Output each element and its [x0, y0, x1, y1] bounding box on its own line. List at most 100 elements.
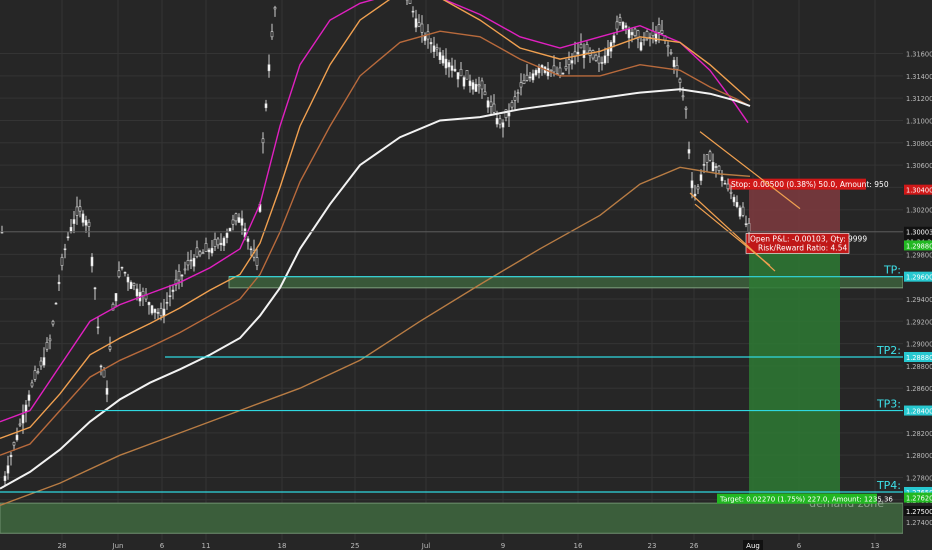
price-axis[interactable]: 1.31600 1.31400 1.31200 1.31000 1.30800 1.306…	[903, 0, 932, 550]
candle-body	[216, 238, 220, 246]
price-tag-TP3: 1.28400	[906, 408, 932, 416]
candle-body	[660, 30, 664, 34]
candle-body	[114, 293, 118, 302]
candle-body	[687, 149, 691, 154]
candle-body	[711, 162, 715, 172]
candle-body	[39, 360, 43, 367]
candle-body	[468, 80, 472, 87]
candle-body	[600, 62, 604, 64]
candle-body	[147, 302, 151, 306]
candle-body	[105, 387, 109, 395]
candle-body	[132, 283, 136, 286]
candle-body	[261, 138, 265, 144]
candle-body	[156, 312, 160, 314]
candle-body	[741, 206, 745, 216]
candle-body	[729, 191, 733, 194]
candle-body	[549, 69, 553, 72]
price-tick-0: 1.31600	[906, 51, 932, 59]
candle-body	[477, 84, 481, 87]
candle-body	[135, 288, 139, 297]
price-tick-4: 1.30800	[906, 140, 932, 148]
candle-body	[186, 260, 190, 266]
candle-body	[618, 17, 622, 23]
candle-body	[531, 73, 535, 81]
candle-body	[576, 51, 580, 55]
candle-body	[207, 249, 211, 253]
time-tick-4: 18	[278, 542, 287, 550]
time-tick-7: 9	[501, 542, 505, 550]
candle-body	[21, 414, 25, 424]
level-label-TP3: TP3:	[876, 398, 901, 411]
candle-body	[627, 28, 631, 39]
price-tick-13: 1.29000	[906, 341, 932, 349]
price-tick-9: 1.29800	[906, 251, 932, 259]
candle-body	[72, 219, 76, 224]
candle-body	[561, 72, 565, 75]
candle-body	[57, 281, 61, 285]
candle-body	[96, 326, 100, 329]
candle	[465, 70, 469, 80]
candle-body	[516, 92, 520, 95]
candle-body	[456, 72, 460, 80]
candle-body	[471, 82, 475, 90]
price-tick-15: 1.28600	[906, 385, 932, 393]
candle-body	[558, 67, 562, 76]
price-tick-12: 1.29200	[906, 318, 932, 326]
candle-body	[87, 221, 91, 227]
candle-body	[492, 103, 496, 113]
candle-body	[696, 186, 700, 190]
price-tick-19: 1.27800	[906, 474, 932, 482]
candle-body	[171, 289, 175, 292]
candle-body	[720, 176, 724, 182]
candle-body	[42, 357, 46, 366]
price-tick-2: 1.31200	[906, 95, 932, 103]
candle-body	[195, 247, 199, 257]
candle-body	[675, 65, 679, 70]
candle-body	[591, 50, 595, 59]
candle-body	[642, 39, 646, 42]
candle-body	[48, 338, 52, 342]
candle-body	[699, 174, 703, 181]
candle-body	[462, 77, 466, 87]
candle-body	[213, 238, 217, 247]
candle-body	[219, 242, 223, 245]
candle-body	[102, 369, 106, 378]
candle-body	[585, 44, 589, 54]
candle-body	[204, 243, 208, 252]
candle-body	[63, 248, 67, 251]
candle-body	[177, 270, 181, 281]
time-tick-13: 13	[871, 542, 880, 550]
candle-body	[525, 74, 529, 81]
candle-body	[714, 166, 718, 168]
price-tick-14: 1.28800	[906, 363, 932, 371]
stop-label: Stop: 0.00500 (0.38%) 50.0, Amount: 950	[731, 180, 889, 189]
time-tick-0: 28	[58, 542, 67, 550]
candle-body	[564, 66, 568, 70]
candle-body	[510, 102, 514, 108]
price-tag-extra-0: 1.27620	[906, 495, 932, 503]
candle-body	[414, 18, 418, 28]
price-tag-TP2: 1.28880	[906, 354, 932, 362]
candle-body	[504, 109, 508, 118]
candle-body	[672, 59, 676, 67]
candle-body	[27, 394, 31, 401]
price-tick-3: 1.31000	[906, 117, 932, 125]
candle-body	[408, 0, 412, 4]
candle-body	[489, 101, 493, 107]
candle-body	[30, 382, 34, 387]
candle-body	[162, 308, 166, 317]
candle-body	[744, 223, 748, 225]
price-tick-11: 1.29400	[906, 296, 932, 304]
candle-body	[189, 259, 193, 262]
candle-body	[453, 68, 457, 72]
candle-body	[231, 219, 235, 225]
time-axis[interactable]: 28 Jun 6 11 18 25 Jul 9 16 23 26 Aug 6 13	[0, 540, 932, 550]
candle-body	[507, 112, 511, 117]
time-tick-11: Aug	[746, 542, 760, 550]
candle	[408, 0, 412, 4]
candle-body	[621, 22, 625, 30]
candle-body	[633, 28, 637, 36]
price-chart[interactable]: demand zone Stop: 0.00500 (0.38%) 50.0, …	[0, 0, 932, 550]
pnl-label: Open P&L: -0.00103, Qty: 9999	[750, 234, 867, 243]
candle-body	[465, 70, 469, 80]
